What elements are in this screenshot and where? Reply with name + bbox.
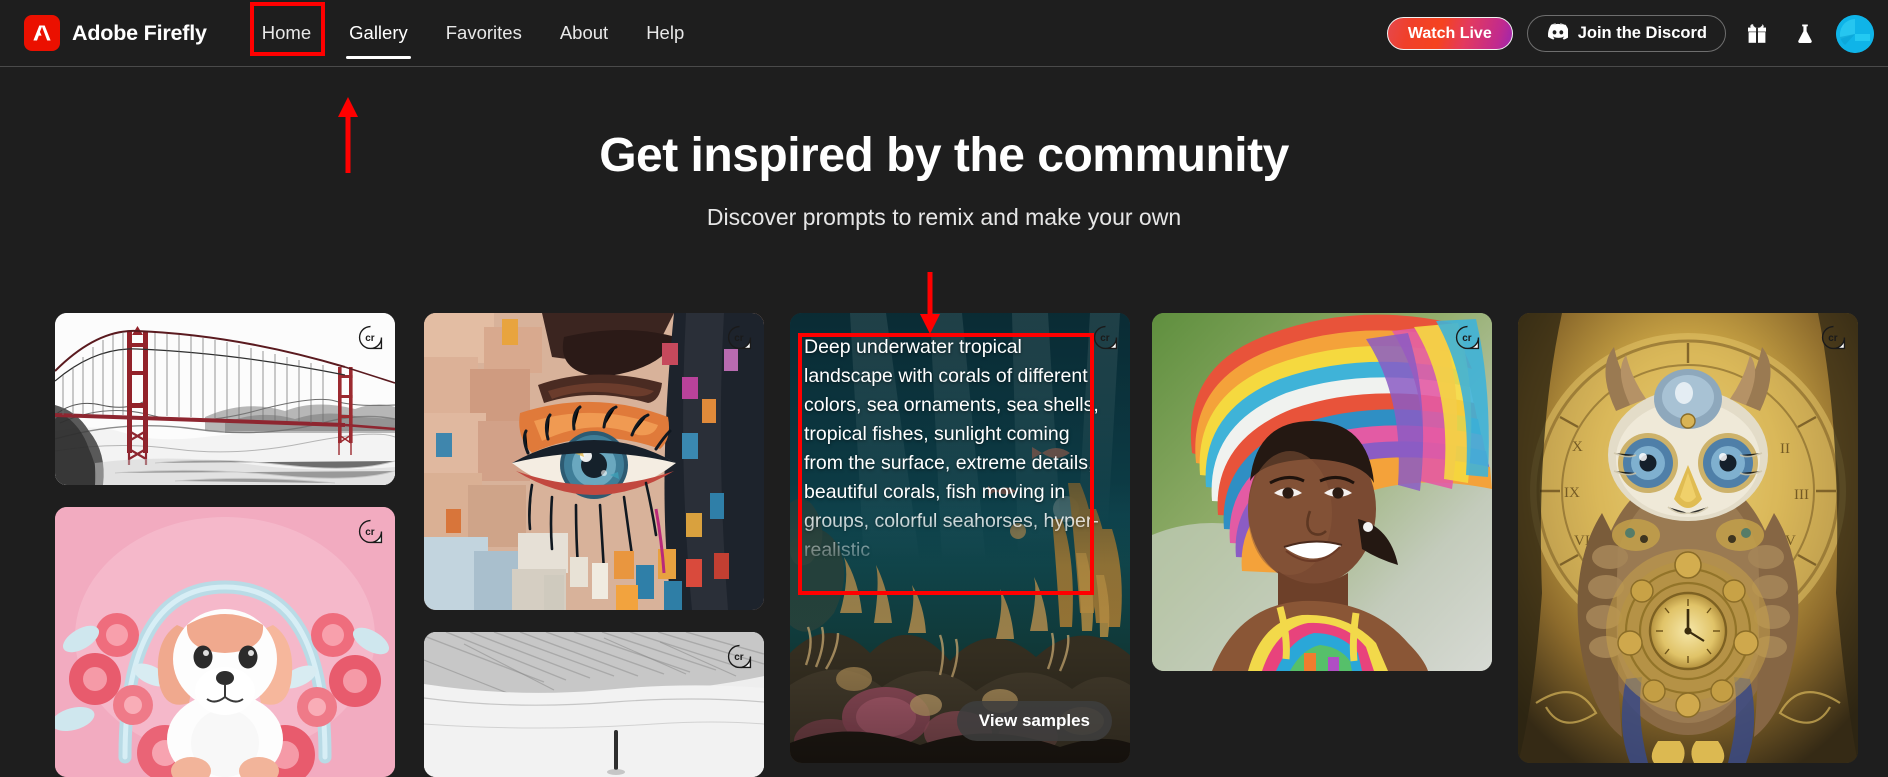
svg-text:cr: cr (1828, 333, 1837, 344)
gift-icon[interactable] (1740, 17, 1774, 51)
user-avatar[interactable] (1836, 14, 1874, 53)
watch-live-button[interactable]: Watch Live (1386, 17, 1513, 50)
artwork-image (424, 632, 764, 777)
gallery-card-steampunk-clockwork-owl[interactable]: XIX VIIIVII IIIII IVV (1518, 313, 1858, 763)
content-credentials-icon[interactable]: cr (727, 325, 752, 350)
nav-item-home[interactable]: Home (243, 0, 330, 67)
content-credentials-icon[interactable]: cr (1455, 325, 1480, 350)
svg-text:cr: cr (1100, 333, 1109, 344)
header-actions: Watch Live Join the Discord (1386, 0, 1874, 67)
gallery-card-woman-rainbow-headwrap[interactable]: cr (1152, 313, 1492, 671)
page-subtitle: Discover prompts to remix and make your … (706, 204, 1182, 230)
gallery-card-golden-gate-bridge-sketch[interactable]: cr (55, 313, 395, 485)
gallery-card-grayscale-pencil-landscape[interactable]: cr (424, 632, 764, 777)
arrow-pointing-to-gallery-tab (338, 97, 358, 173)
arrow-pointing-to-prompt-text (920, 272, 940, 334)
gallery-card-painted-eye-portrait[interactable]: cr (424, 313, 764, 610)
beaker-icon[interactable] (1788, 17, 1822, 51)
main-nav: Home Gallery Favorites About Help (243, 0, 703, 67)
nav-item-help[interactable]: Help (627, 0, 703, 67)
top-navigation-bar: Adobe Firefly Home Gallery Favorites Abo… (0, 0, 1888, 67)
prompt-text: Deep underwater tropical landscape with … (804, 336, 1099, 561)
nav-item-gallery[interactable]: Gallery (330, 0, 427, 67)
svg-text:IX: IX (1564, 485, 1580, 501)
brand-logo-group[interactable]: Adobe Firefly (24, 15, 207, 51)
gallery-grid: cr cr cr cr Deep underwater tropical lan… (0, 313, 1888, 777)
join-discord-label: Join the Discord (1577, 24, 1707, 42)
nav-item-favorites[interactable]: Favorites (427, 0, 541, 67)
svg-text:III: III (1794, 487, 1809, 503)
artwork-image (424, 313, 764, 610)
artwork-image (55, 313, 395, 485)
content-credentials-icon[interactable]: cr (1093, 325, 1118, 350)
artwork-image: XIX VIIIVII IIIII IVV (1518, 313, 1858, 763)
gallery-column: XIX VIIIVII IIIII IVV (1518, 313, 1858, 777)
svg-text:cr: cr (365, 527, 374, 538)
svg-text:X: X (1572, 439, 1583, 455)
content-credentials-icon[interactable]: cr (358, 519, 383, 544)
svg-text:cr: cr (734, 333, 743, 344)
gallery-card-pink-3d-puppy-flowers[interactable]: cr (55, 507, 395, 777)
content-credentials-icon[interactable]: cr (727, 644, 752, 669)
join-discord-button[interactable]: Join the Discord (1526, 15, 1726, 52)
view-samples-button[interactable]: View samples (956, 701, 1112, 741)
svg-text:cr: cr (734, 652, 743, 663)
hero-section: Get inspired by the community Discover p… (0, 67, 1888, 231)
svg-text:II: II (1780, 441, 1790, 457)
artwork-image (55, 507, 395, 777)
gallery-column: cr (55, 313, 395, 777)
brand-name: Adobe Firefly (72, 20, 207, 45)
svg-text:cr: cr (1462, 333, 1471, 344)
gallery-card-underwater-reef-prompt[interactable]: Deep underwater tropical landscape with … (790, 313, 1130, 763)
artwork-image (1152, 313, 1492, 671)
page-root: Adobe Firefly Home Gallery Favorites Abo… (0, 0, 1888, 777)
page-title: Get inspired by the community (599, 129, 1289, 182)
adobe-logo-icon (24, 15, 60, 51)
gallery-column: Deep underwater tropical landscape with … (790, 313, 1130, 777)
discord-icon (1546, 22, 1569, 45)
nav-item-about[interactable]: About (541, 0, 627, 67)
content-credentials-icon[interactable]: cr (358, 325, 383, 350)
gallery-column: cr (424, 313, 764, 777)
svg-text:cr: cr (365, 333, 374, 344)
gallery-column: cr (1152, 313, 1492, 693)
content-credentials-icon[interactable]: cr (1821, 325, 1846, 350)
